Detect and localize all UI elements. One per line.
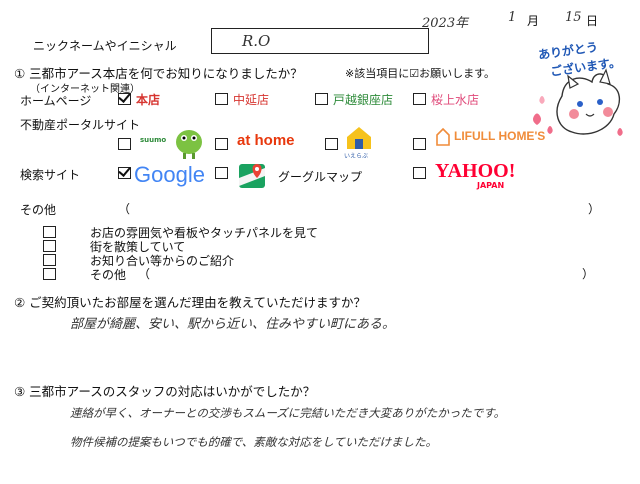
option-other-open-paren: （ [138,267,151,281]
q3-answer-line2: 物件候補の提案もいつでも的確で、素敵な対応をしていただけました。 [70,435,437,449]
q3-title: ③ 三都市アースのスタッフの対応はいかがでしたか？ [14,384,316,399]
homepage-honten-label: 本店 [136,93,161,107]
nickname-value: R.O [242,32,271,50]
portal-suumo-checkbox[interactable] [118,138,131,150]
thank-you-sticker: ありがとう ございます。 [522,38,634,142]
homepage-sakurajosui-checkbox[interactable] [413,93,426,105]
google-maps-icon [237,160,267,194]
option-other-label: その他 [90,268,127,282]
date-month: 1 [508,10,517,25]
date-day-label: 日 [586,14,599,28]
other-open-paren: （ [118,202,131,216]
homepage-honten-checkbox[interactable] [118,93,131,105]
option-store-atmosphere-checkbox[interactable] [43,226,56,238]
suumo-logo-text: suumo [140,136,167,144]
homepage-togoshi-checkbox[interactable] [315,93,328,105]
search-googlemap-checkbox[interactable] [215,167,228,179]
homepage-togoshi-label: 戸越銀座店 [333,93,394,107]
athome-logo: at home [237,132,295,149]
q3-answer-line1: 連絡が早く、オーナーとの交渉もスムーズに完結いただき大変ありがたかったです。 [70,406,506,420]
q1-note: ※該当項目に☑お願いします。 [345,67,495,80]
other-close-paren: ） [588,202,601,216]
q2-answer: 部屋が綺麗、安い、駅から近い、住みやすい町にある。 [70,317,396,332]
date-day: 15 [565,10,582,25]
suumo-mascot-icon [172,126,206,164]
nickname-label: ニックネームやイニシャル [33,39,177,53]
portal-ierabu-checkbox[interactable] [325,138,338,150]
google-logo: Google [134,162,205,187]
search-google-checkbox[interactable] [118,167,131,179]
homepage-nakanobu-label: 中延店 [233,93,270,107]
lifull-logo: LIFULL HOME'S [454,129,546,143]
date-month-label: 月 [527,14,540,28]
other-label: その他 [20,203,57,217]
q2-title: ② ご契約頂いたお部屋を選んだ理由を教えていただけますか？ [14,295,367,310]
nickname-field[interactable]: R.O [211,28,429,54]
homepage-sakurajosui-label: 桜上水店 [431,93,480,107]
portal-lifull-checkbox[interactable] [413,138,426,150]
portal-athome-checkbox[interactable] [215,138,228,150]
yahoo-logo: YAHOO! [435,160,516,182]
portal-label: 不動産ポータルサイト [20,118,141,132]
yahoo-japan-label: JAPAN [477,181,505,190]
search-label: 検索サイト [20,168,81,182]
lifull-house-icon [436,127,450,151]
option-referral-checkbox[interactable] [43,254,56,266]
homepage-nakanobu-checkbox[interactable] [215,93,228,105]
option-walking-checkbox[interactable] [43,240,56,252]
search-yahoo-checkbox[interactable] [413,167,426,179]
google-maps-label: グーグルマップ [278,170,363,184]
option-other-checkbox[interactable] [43,268,56,280]
option-other-close-paren: ） [582,267,595,281]
ierabu-logo-icon: いえらぶ [344,125,373,160]
